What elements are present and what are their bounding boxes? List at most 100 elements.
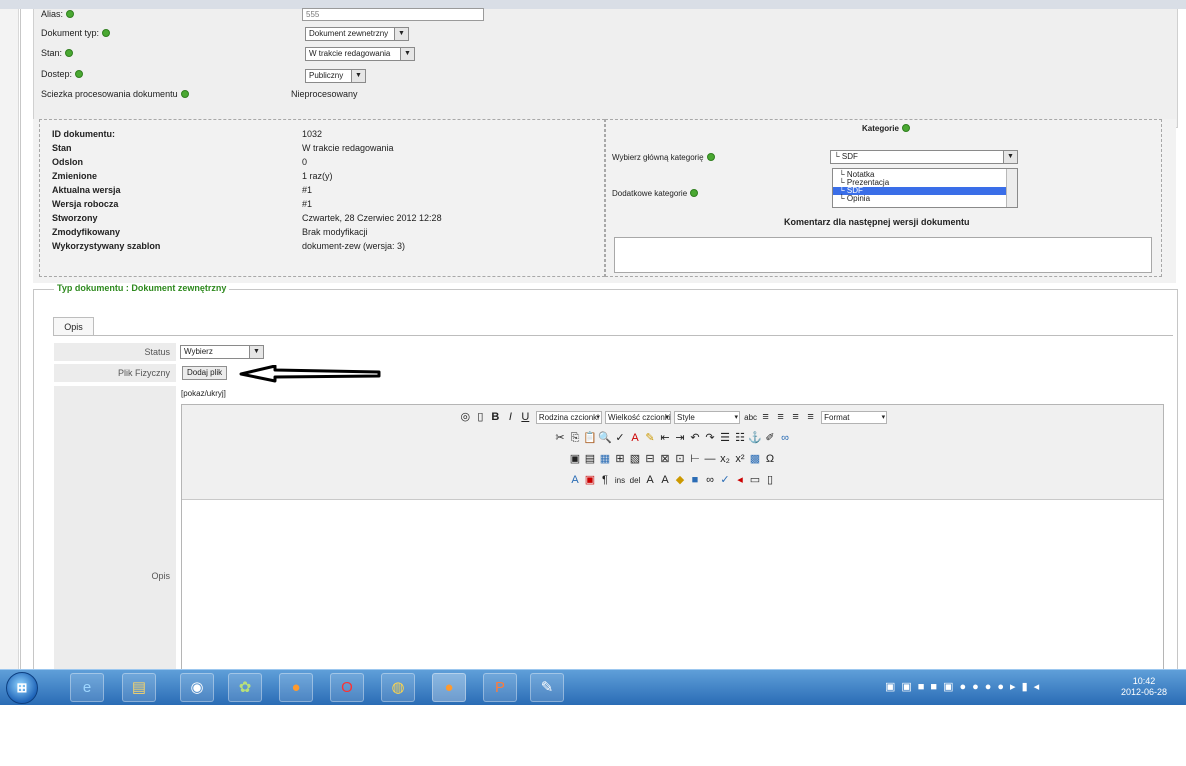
ins-icon[interactable]: ins (613, 472, 628, 490)
citation-icon[interactable]: ▣ (583, 471, 598, 489)
font-family-select[interactable]: Rodzina czcionki ▾ (535, 410, 602, 424)
firefox-taskbar-button[interactable]: ● (279, 673, 313, 702)
pagebreak-icon[interactable]: ▭ (748, 471, 763, 489)
chevron-down-icon: ▼ (249, 346, 263, 358)
undo-icon[interactable]: ↶ (688, 429, 703, 447)
del-icon[interactable]: del (628, 472, 643, 490)
help-icon[interactable] (180, 90, 189, 98)
visualchars-icon[interactable]: ▯ (763, 471, 778, 489)
main-category-select[interactable]: └ SDF ▼ (830, 150, 1018, 164)
alias-input[interactable]: 555 (302, 8, 484, 21)
rich-text-editor[interactable]: ◎ ▯ B I U Rodzina czcionki ▾ Wielkość czcionk… (181, 404, 1164, 670)
bulleted-list-icon[interactable]: ☷ (733, 429, 748, 447)
chrome-taskbar-button[interactable]: ◍ (381, 673, 415, 702)
align-left-icon[interactable]: ≡ (758, 408, 773, 426)
split-icon[interactable]: ⊢ (688, 450, 703, 468)
hr-icon[interactable]: — (703, 450, 718, 468)
justify-icon[interactable]: ≡ (803, 408, 818, 426)
italic-icon[interactable]: I (503, 408, 518, 426)
chevron-down-icon: ▾ (665, 413, 669, 421)
media-icon[interactable]: ▤ (583, 450, 598, 468)
taskbar-clock[interactable]: 10:42 2012-06-28 (1121, 676, 1167, 698)
spellchecker-icon[interactable]: ✓ (718, 471, 733, 489)
template-icon[interactable]: ▧ (628, 450, 643, 468)
app-taskbar-button-2[interactable]: ✿ (228, 673, 262, 702)
strikethrough-icon[interactable]: abc (743, 409, 758, 427)
numbered-list-icon[interactable]: ☰ (718, 429, 733, 447)
extra-categories-listbox[interactable]: └ Notatka └ Prezentacja └ SDF └ Opinia (832, 168, 1018, 208)
app-taskbar-button-1[interactable]: ◉ (180, 673, 214, 702)
align-right-icon[interactable]: ≡ (788, 408, 803, 426)
toggle-editor-link[interactable]: [pokaz/ukryj] (181, 389, 226, 398)
abbr-icon[interactable]: A (568, 471, 583, 489)
path-value: Nieprocesowany (291, 89, 358, 99)
cut-icon[interactable]: ✂ (553, 429, 568, 447)
insert-layer-icon[interactable]: ■ (688, 471, 703, 489)
info-label: Wykorzystywany szablon (52, 241, 161, 251)
comment-textarea[interactable] (614, 237, 1152, 273)
chevron-down-icon: ▾ (734, 413, 739, 421)
pilcrow-icon[interactable]: ¶ (598, 471, 613, 489)
spellcheck-icon[interactable]: ✓ (613, 429, 628, 447)
paint-taskbar-button[interactable]: ✎ (530, 673, 564, 702)
listbox-scrollbar[interactable] (1006, 169, 1017, 207)
outdent-icon[interactable]: ⇤ (658, 429, 673, 447)
format-select[interactable]: Format ▾ (821, 410, 888, 424)
state-select[interactable]: W trakcie redagowania ▼ (305, 47, 415, 61)
link-icon[interactable]: ∞ (778, 429, 793, 447)
category-option[interactable]: └ Opinia (833, 195, 1017, 203)
help-icon[interactable] (75, 70, 84, 78)
status-select[interactable]: Wybierz ▼ (180, 345, 264, 359)
font-increase-icon[interactable]: A (643, 471, 658, 489)
style-select[interactable]: Style ▾ (674, 410, 741, 424)
subscript-icon[interactable]: x₂ (718, 450, 733, 468)
highlight-icon[interactable]: ✎ (643, 429, 658, 447)
align-center-icon[interactable]: ≡ (773, 408, 788, 426)
help-icon[interactable] (65, 49, 74, 57)
doc-type-select[interactable]: Dokument zewnetrzny ▼ (305, 27, 409, 41)
new-page-icon[interactable]: ▯ (473, 408, 488, 426)
underline-icon[interactable]: U (518, 408, 533, 426)
firefox-active-taskbar-button[interactable]: ● (432, 673, 466, 702)
paste-icon[interactable]: 📋 (583, 429, 598, 447)
superscript-icon[interactable]: x² (733, 450, 748, 468)
column-icon[interactable]: ⊠ (658, 450, 673, 468)
ie-taskbar-button[interactable]: e (70, 673, 104, 702)
help-icon[interactable] (690, 189, 699, 197)
powerpoint-taskbar-button[interactable]: P (483, 673, 517, 702)
text-color-icon[interactable]: A (628, 429, 643, 447)
copy-icon[interactable]: ⎘ (568, 429, 583, 447)
redo-icon[interactable]: ↷ (703, 429, 718, 447)
bold-icon[interactable]: B (488, 408, 503, 426)
source-icon[interactable]: ◎ (458, 408, 473, 426)
fullscreen-icon[interactable]: ▩ (748, 450, 763, 468)
clean-icon[interactable]: ✐ (763, 429, 778, 447)
layer-icon[interactable]: ◆ (673, 471, 688, 489)
opera-taskbar-button[interactable]: O (330, 673, 364, 702)
find-icon[interactable]: 🔍 (598, 429, 613, 447)
special-char-icon[interactable]: Ω (763, 450, 778, 468)
access-select[interactable]: Publiczny ▼ (305, 69, 366, 83)
preview-icon[interactable]: ⊞ (613, 450, 628, 468)
help-icon[interactable] (66, 10, 75, 18)
table-icon[interactable]: ▦ (598, 450, 613, 468)
anchor-icon[interactable]: ⚓ (748, 429, 763, 447)
tray-icons[interactable]: ▣▣■■▣●●●●▸▮◂ (885, 680, 1045, 693)
editor-content-area[interactable] (182, 500, 1163, 669)
font-size-select[interactable]: Wielkość czcionki ▾ (604, 410, 671, 424)
merge-icon[interactable]: ⊡ (673, 450, 688, 468)
info-value: 0 (302, 157, 308, 167)
indent-icon[interactable]: ⇥ (673, 429, 688, 447)
help-icon[interactable] (901, 124, 910, 132)
help-icon[interactable] (102, 29, 111, 37)
nonbreaking-icon[interactable]: ◂ (733, 471, 748, 489)
explorer-taskbar-button[interactable]: ▤ (122, 673, 156, 702)
start-button[interactable]: ⊞ (6, 672, 38, 704)
tab-opis[interactable]: Opis (53, 317, 94, 335)
add-file-button[interactable]: Dodaj plik (182, 366, 228, 380)
font-decrease-icon[interactable]: A (658, 471, 673, 489)
help-icon[interactable] (706, 153, 715, 161)
row-icon[interactable]: ⊟ (643, 450, 658, 468)
image-icon[interactable]: ▣ (568, 450, 583, 468)
visual-aid-icon[interactable]: ∞ (703, 471, 718, 489)
